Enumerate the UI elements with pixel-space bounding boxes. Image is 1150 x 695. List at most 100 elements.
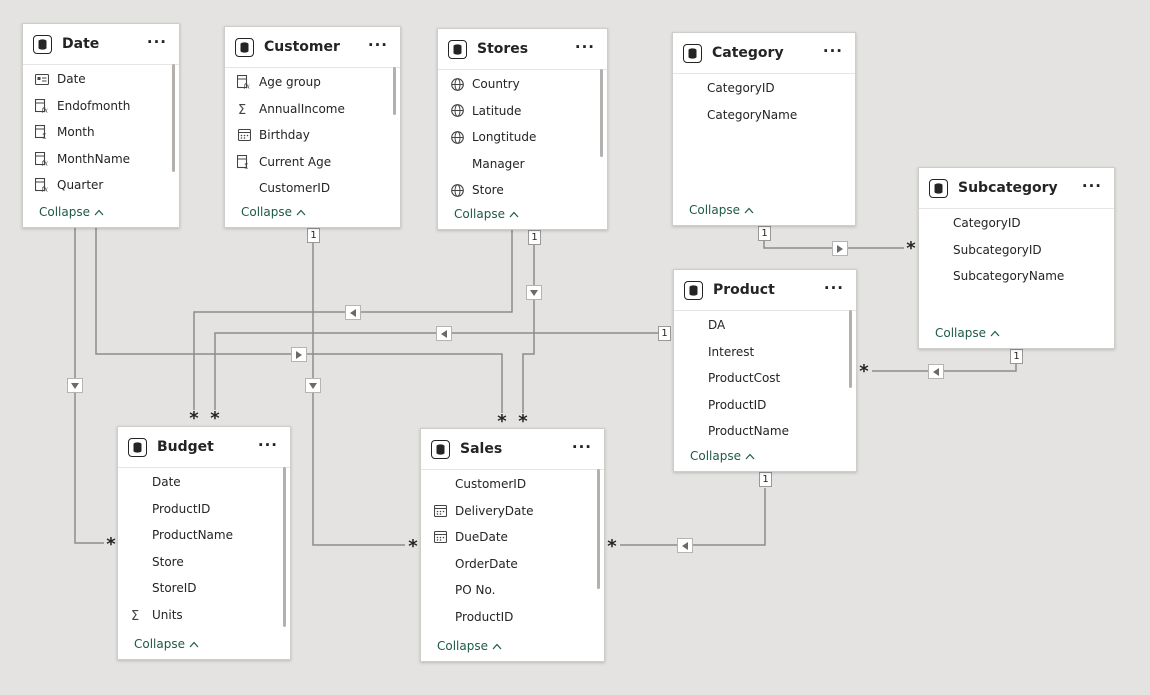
field-row-date[interactable]: Date (23, 66, 179, 93)
table-card-product[interactable]: Product ··· DA Interest ProductCost ProductID… (673, 269, 857, 472)
table-header[interactable]: Budget ··· (118, 427, 290, 468)
more-options-icon[interactable]: ··· (572, 438, 592, 456)
field-row-productname[interactable]: ProductName (118, 522, 290, 549)
card-icon (35, 72, 49, 86)
table-header[interactable]: Category ··· (673, 33, 855, 74)
table-card-stores[interactable]: Stores ··· Country Latitude Longtitude Manage… (437, 28, 608, 230)
blank-icon-space (130, 581, 144, 595)
field-name: CustomerID (259, 181, 331, 196)
field-row-date[interactable]: Date (118, 469, 290, 496)
scrollbar[interactable] (600, 69, 603, 157)
field-row-productcost[interactable]: ProductCost (674, 365, 856, 392)
field-row-categoryid[interactable]: CategoryID (919, 210, 1114, 237)
table-header[interactable]: Customer ··· (225, 27, 400, 68)
field-list: Date ProductID ProductName Store StoreID Σ Uni… (118, 469, 290, 629)
field-row-da[interactable]: DA (674, 312, 856, 339)
more-options-icon[interactable]: ··· (824, 279, 844, 297)
scrollbar[interactable] (172, 64, 175, 172)
table-card-customer[interactable]: Customer ··· fx Age group Σ AnnualIncome Birth… (224, 26, 401, 228)
more-options-icon[interactable]: ··· (258, 436, 278, 454)
table-header[interactable]: Product ··· (674, 270, 856, 311)
more-options-icon[interactable]: ··· (575, 38, 595, 56)
field-row-store[interactable]: Store (438, 177, 607, 199)
field-name: AnnualIncome (259, 101, 345, 116)
field-row-longtitude[interactable]: Longtitude (438, 124, 607, 151)
field-row-productid[interactable]: ProductID (674, 392, 856, 419)
collapse-button[interactable]: Collapse (690, 449, 755, 463)
collapse-button[interactable]: Collapse (241, 205, 306, 219)
field-row-age-group[interactable]: fx Age group (225, 69, 400, 96)
field-row-country[interactable]: Country (438, 71, 607, 98)
arrow-right-icon (291, 347, 307, 362)
field-row-month[interactable]: Σ Month (23, 119, 179, 146)
table-card-category[interactable]: Category ··· CategoryID CategoryName Collaps… (672, 32, 856, 226)
field-row-manager[interactable]: Manager (438, 151, 607, 178)
field-name: DA (708, 318, 726, 333)
field-row-endofmonth[interactable]: fx Endofmonth (23, 93, 179, 120)
table-card-subcategory[interactable]: Subcategory ··· CategoryID SubcategoryID Sub… (918, 167, 1115, 349)
blank-icon-space (433, 583, 447, 597)
field-row-quarter[interactable]: fx Quarter (23, 172, 179, 197)
more-options-icon[interactable]: ··· (1082, 177, 1102, 195)
collapse-button[interactable]: Collapse (454, 207, 519, 221)
field-row-customerid[interactable]: CustomerID (421, 471, 604, 498)
field-row-current-age[interactable]: Σ Current Age (225, 149, 400, 176)
chevron-up-icon (94, 205, 104, 219)
more-options-icon[interactable]: ··· (147, 33, 167, 51)
scrollbar[interactable] (597, 469, 600, 589)
field-name: ProductID (152, 501, 211, 516)
collapse-button[interactable]: Collapse (935, 326, 1000, 340)
collapse-label: Collapse (437, 639, 488, 653)
field-row-storeid[interactable]: StoreID (118, 575, 290, 602)
calendar-icon (433, 530, 447, 544)
rel-date-sales (95, 228, 503, 418)
field-name: ProductName (708, 424, 789, 439)
field-row-subcategoryid[interactable]: SubcategoryID (919, 237, 1114, 264)
field-row-productid[interactable]: ProductID (118, 496, 290, 523)
field-row-customerid[interactable]: CustomerID (225, 175, 400, 197)
field-row-po-no[interactable]: PO No. (421, 577, 604, 604)
field-row-monthname[interactable]: fx MonthName (23, 146, 179, 173)
field-row-deliverydate[interactable]: DeliveryDate (421, 498, 604, 525)
collapse-button[interactable]: Collapse (134, 637, 199, 651)
scrollbar[interactable] (849, 310, 852, 388)
table-header[interactable]: Stores ··· (438, 29, 607, 70)
field-row-duedate[interactable]: DueDate (421, 524, 604, 551)
blank-icon-space (686, 345, 700, 359)
more-options-icon[interactable]: ··· (368, 36, 388, 54)
table-header[interactable]: Subcategory ··· (919, 168, 1114, 209)
field-name: Units (152, 607, 183, 622)
scrollbar[interactable] (393, 67, 396, 115)
field-name: ProductID (455, 609, 514, 624)
scrollbar[interactable] (283, 467, 286, 627)
blank-icon-space (433, 557, 447, 571)
more-options-icon[interactable]: ··· (823, 42, 843, 60)
field-name: Interest (708, 344, 755, 359)
field-row-latitude[interactable]: Latitude (438, 98, 607, 125)
field-row-categoryid[interactable]: CategoryID (673, 75, 855, 102)
table-card-budget[interactable]: Budget ··· Date ProductID ProductName Store St… (117, 426, 291, 660)
field-list: DA Interest ProductCost ProductID ProductNam… (674, 312, 856, 441)
field-row-orderdate[interactable]: OrderDate (421, 551, 604, 578)
table-card-sales[interactable]: Sales ··· CustomerID DeliveryDate DueDate Ord… (420, 428, 605, 662)
blank-icon-space (433, 477, 447, 491)
field-row-birthday[interactable]: Birthday (225, 122, 400, 149)
field-row-categoryname[interactable]: CategoryName (673, 102, 855, 129)
blank-icon-space (931, 216, 945, 230)
collapse-button[interactable]: Collapse (689, 203, 754, 217)
field-row-interest[interactable]: Interest (674, 339, 856, 366)
collapse-button[interactable]: Collapse (437, 639, 502, 653)
table-header[interactable]: Date ··· (23, 24, 179, 65)
field-row-productname[interactable]: ProductName (674, 418, 856, 441)
table-title: Date (62, 36, 100, 52)
field-row-units[interactable]: Σ Units (118, 602, 290, 629)
field-row-annualincome[interactable]: Σ AnnualIncome (225, 96, 400, 123)
field-row-store[interactable]: Store (118, 549, 290, 576)
table-header[interactable]: Sales ··· (421, 429, 604, 470)
field-row-productid[interactable]: ProductID (421, 604, 604, 631)
chevron-up-icon (492, 639, 502, 653)
collapse-label: Collapse (241, 205, 292, 219)
table-card-date[interactable]: Date ··· Date fx Endofmonth Σ Month fx MonthName… (22, 23, 180, 228)
field-row-subcategoryname[interactable]: SubcategoryName (919, 263, 1114, 290)
collapse-button[interactable]: Collapse (39, 205, 104, 219)
